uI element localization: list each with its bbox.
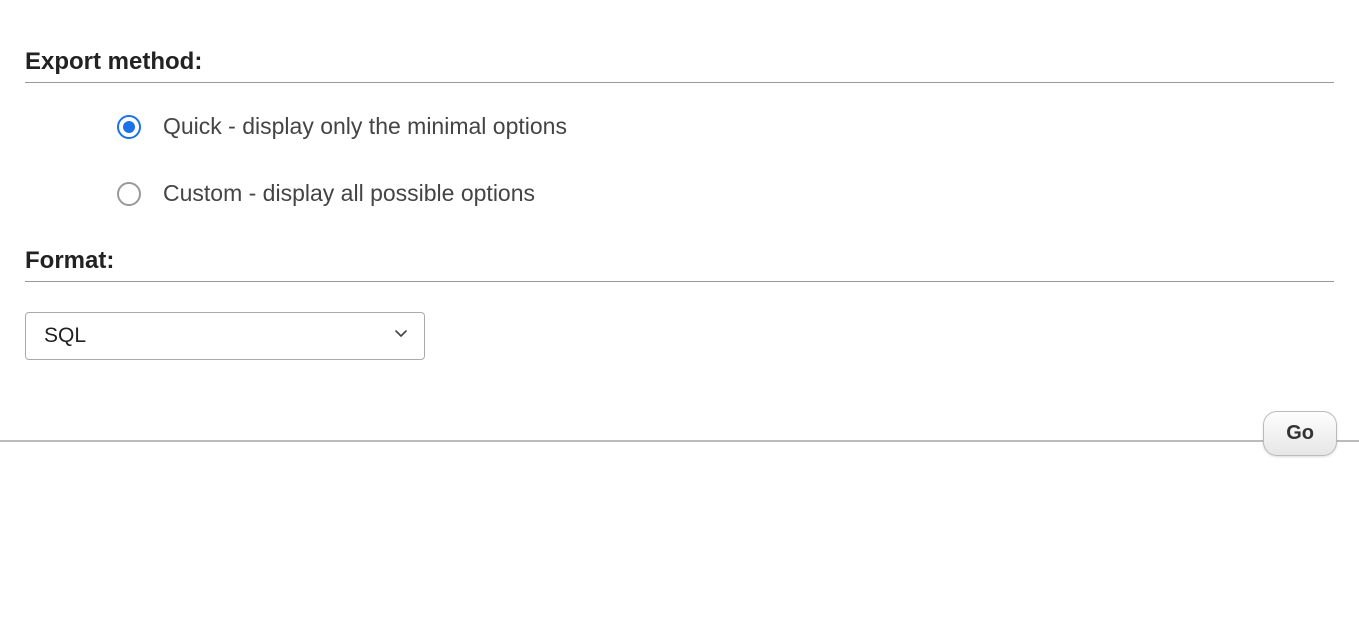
format-select[interactable]: SQL [25,312,425,360]
format-select-value[interactable]: SQL [25,312,425,360]
go-button[interactable]: Go [1263,411,1337,456]
radio-inner-icon [123,121,135,133]
radio-custom[interactable] [117,182,141,206]
radio-row-custom[interactable]: Custom - display all possible options [117,180,1334,207]
export-method-heading: Export method: [25,48,1334,83]
radio-label-custom[interactable]: Custom - display all possible options [163,180,535,207]
radio-label-quick[interactable]: Quick - display only the minimal options [163,113,567,140]
radio-quick[interactable] [117,115,141,139]
radio-row-quick[interactable]: Quick - display only the minimal options [117,113,1334,140]
format-heading: Format: [25,247,1334,282]
export-method-radio-group: Quick - display only the minimal options… [25,83,1334,207]
